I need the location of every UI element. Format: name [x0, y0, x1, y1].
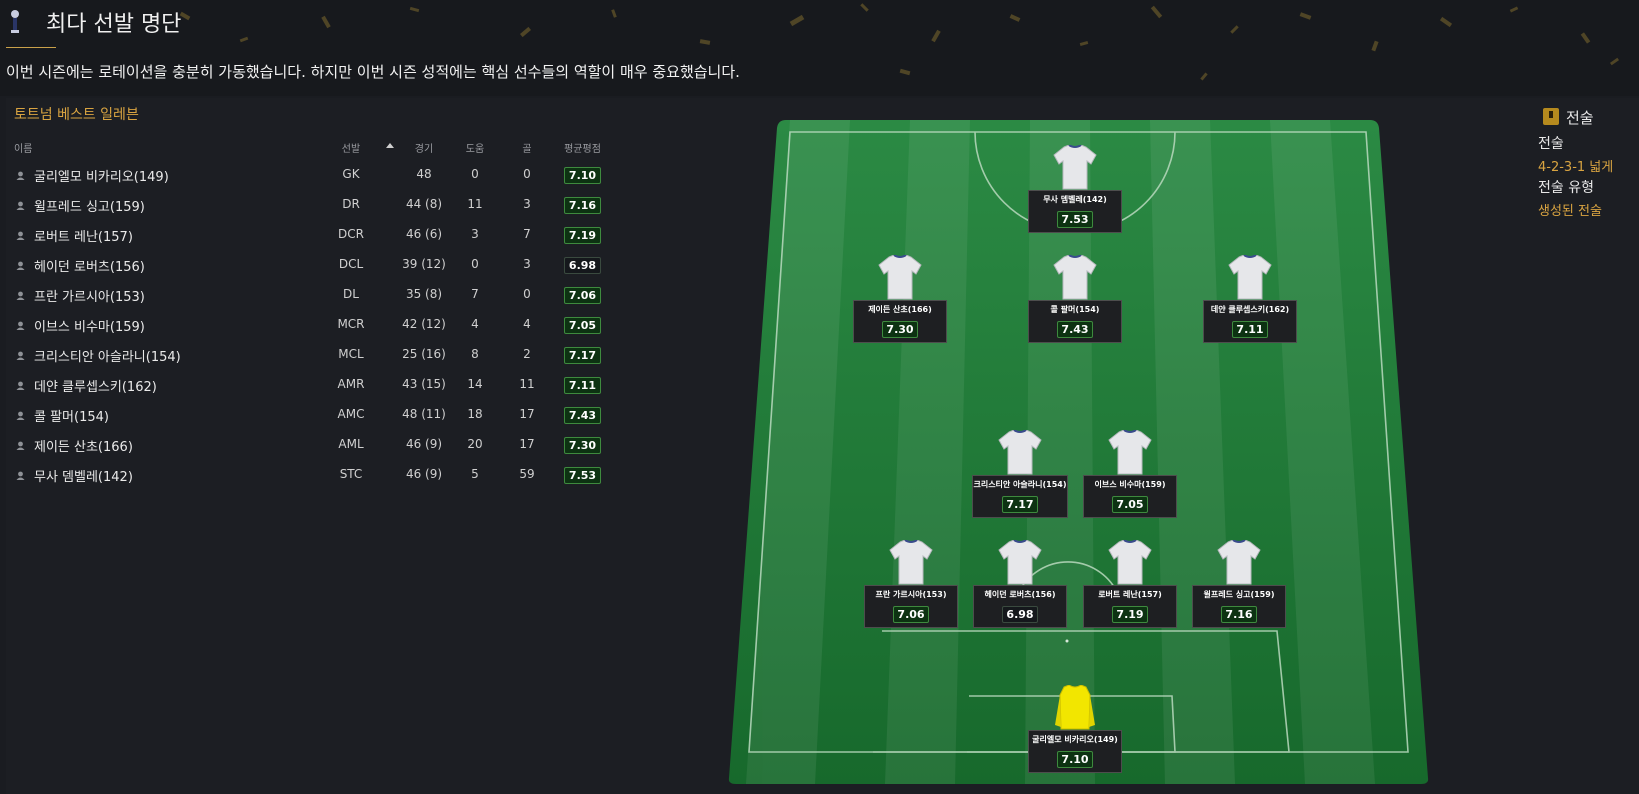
pitch-player[interactable]: 헤이던 로버츠(156) 6.98	[970, 540, 1070, 635]
pitch-player-rating: 7.43	[1057, 321, 1093, 338]
pitch-player-name: 헤이던 로버츠(156)	[984, 590, 1056, 599]
shirt-icon	[1217, 540, 1261, 585]
pitch-player-name: 크리스티안 아슬라니(154)	[973, 480, 1067, 489]
pitch-player-rating: 7.11	[1232, 321, 1268, 338]
pitch-player-rating: 7.17	[1002, 496, 1038, 513]
player-plate: 로버트 레난(157) 7.19	[1083, 585, 1177, 628]
shirt-icon	[889, 540, 933, 585]
pitch	[728, 120, 1429, 784]
shirt-icon	[998, 540, 1042, 585]
pitch-player-name: 제이든 산초(166)	[868, 305, 932, 314]
pitch-player-name: 윌프레드 싱고(159)	[1203, 590, 1275, 599]
pitch-player[interactable]: 제이든 산초(166) 7.30	[850, 255, 950, 350]
pitch-player-rating: 7.19	[1112, 606, 1148, 623]
pitch-player-rating: 7.10	[1057, 751, 1093, 768]
shirt-icon	[1053, 145, 1097, 190]
player-plate: 크리스티안 아슬라니(154) 7.17	[972, 475, 1068, 518]
pitch-player-rating: 7.05	[1112, 496, 1148, 513]
pitch-player-name: 무사 뎀벨레(142)	[1043, 195, 1107, 204]
pitch-player-name: 이브스 비수마(159)	[1094, 480, 1166, 489]
formation-label: 전술	[1538, 136, 1564, 152]
player-plate: 무사 뎀벨레(142) 7.53	[1028, 190, 1122, 233]
pitch-player-name: 굴리엘모 비카리오(149)	[1032, 735, 1118, 744]
pitch-player-name: 로버트 레난(157)	[1098, 590, 1162, 599]
player-plate: 이브스 비수마(159) 7.05	[1083, 475, 1177, 518]
pitch-player[interactable]: 크리스티안 아슬라니(154) 7.17	[970, 430, 1070, 525]
shirt-icon	[1108, 430, 1152, 475]
player-plate: 제이든 산초(166) 7.30	[853, 300, 947, 343]
tactic-type-label: 전술 유형	[1538, 180, 1594, 196]
pitch-player-name: 콜 팔머(154)	[1050, 305, 1100, 314]
pitch-player-name: 프란 가르시아(153)	[875, 590, 947, 599]
player-plate: 헤이던 로버츠(156) 6.98	[973, 585, 1067, 628]
player-plate: 데얀 클루셉스키(162) 7.11	[1203, 300, 1297, 343]
pitch-player-rating: 7.30	[882, 321, 918, 338]
pitch-player[interactable]: 로버트 레난(157) 7.19	[1080, 540, 1180, 635]
shirt-icon	[1108, 540, 1152, 585]
shirt-icon	[878, 255, 922, 300]
shirt-icon	[998, 430, 1042, 475]
pitch-player[interactable]: 콜 팔머(154) 7.43	[1025, 255, 1125, 350]
tactics-icon	[1543, 108, 1559, 125]
tactics-heading: 전술	[1566, 109, 1594, 127]
pitch-player[interactable]: 무사 뎀벨레(142) 7.53	[1025, 145, 1125, 240]
pitch-player[interactable]: 굴리엘모 비카리오(149) 7.10	[1025, 685, 1125, 780]
shirt-icon	[1053, 255, 1097, 300]
shirt-icon	[1055, 685, 1095, 730]
pitch-player-rating: 7.53	[1057, 211, 1093, 228]
shirt-icon	[1228, 255, 1272, 300]
player-plate: 콜 팔머(154) 7.43	[1028, 300, 1122, 343]
pitch-player[interactable]: 이브스 비수마(159) 7.05	[1080, 430, 1180, 525]
pitch-player-rating: 6.98	[1002, 606, 1038, 623]
formation-value[interactable]: 4-2-3-1 넓게	[1538, 156, 1613, 175]
pitch-player-rating: 7.06	[893, 606, 929, 623]
pitch-player-name: 데얀 클루셉스키(162)	[1210, 305, 1290, 314]
player-plate: 윌프레드 싱고(159) 7.16	[1192, 585, 1286, 628]
pitch-player-rating: 7.16	[1221, 606, 1257, 623]
pitch-player[interactable]: 프란 가르시아(153) 7.06	[861, 540, 961, 635]
pitch-player[interactable]: 데얀 클루셉스키(162) 7.11	[1200, 255, 1300, 350]
pitch-player[interactable]: 윌프레드 싱고(159) 7.16	[1189, 540, 1289, 635]
player-plate: 프란 가르시아(153) 7.06	[864, 585, 958, 628]
player-plate: 굴리엘모 비카리오(149) 7.10	[1028, 730, 1122, 773]
tactic-type-value[interactable]: 생성된 전술	[1538, 200, 1602, 219]
